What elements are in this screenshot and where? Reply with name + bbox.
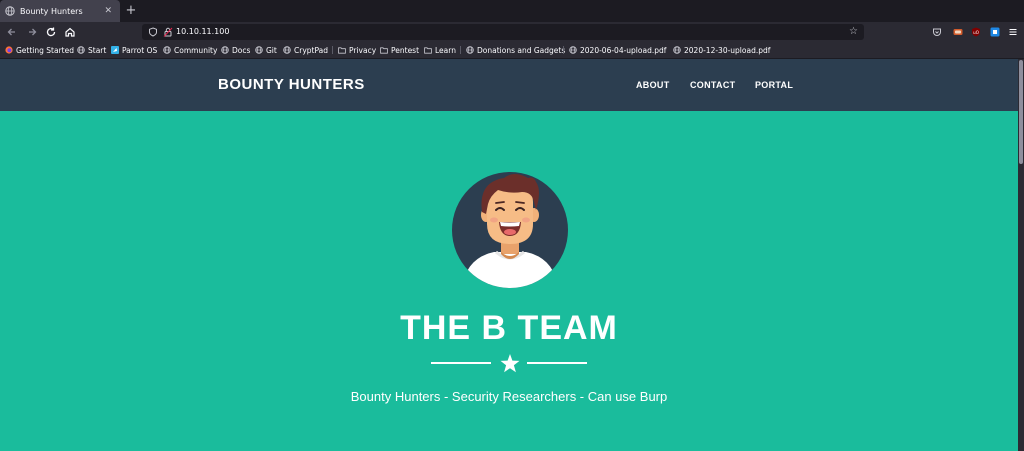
globe-icon bbox=[255, 46, 263, 54]
forward-icon[interactable] bbox=[24, 24, 40, 40]
address-bar[interactable]: 10.10.11.100 ☆ bbox=[142, 24, 864, 40]
bookmark-star-icon[interactable]: ☆ bbox=[849, 25, 858, 39]
globe-icon bbox=[569, 46, 577, 54]
bookmark-folder-pentest[interactable]: Pentest bbox=[380, 44, 419, 56]
parrot-icon bbox=[111, 46, 119, 54]
globe-icon bbox=[673, 46, 681, 54]
divider-line-left bbox=[431, 362, 491, 364]
url-text: 10.10.11.100 bbox=[176, 27, 230, 36]
bookmark-pdf-2020-06-04[interactable]: 2020-06-04-upload.pdf bbox=[569, 44, 666, 56]
site-navbar: BOUNTY HUNTERS ABOUT CONTACT PORTAL bbox=[0, 59, 1018, 111]
home-icon[interactable] bbox=[62, 24, 78, 40]
shield-icon[interactable] bbox=[148, 27, 158, 37]
svg-text:uO: uO bbox=[973, 30, 979, 35]
globe-icon bbox=[466, 46, 474, 54]
new-tab-button[interactable]: + bbox=[124, 3, 138, 19]
scrollbar-thumb[interactable] bbox=[1019, 60, 1023, 164]
globe-icon bbox=[77, 46, 85, 54]
bookmark-separator bbox=[460, 46, 461, 54]
firefox-icon bbox=[5, 46, 13, 54]
bookmark-donations[interactable]: Donations and Gadgets bbox=[466, 44, 565, 56]
globe-icon bbox=[221, 46, 229, 54]
globe-icon bbox=[283, 46, 291, 54]
pocket-icon[interactable] bbox=[932, 27, 942, 37]
bookmark-docs[interactable]: Docs bbox=[221, 44, 250, 56]
bookmark-folder-privacy[interactable]: Privacy bbox=[338, 44, 376, 56]
star-icon bbox=[500, 354, 520, 373]
divider-line-right bbox=[527, 362, 587, 364]
ublock-icon[interactable]: uO bbox=[971, 27, 981, 37]
globe-icon bbox=[5, 6, 15, 16]
bookmark-folder-learn[interactable]: Learn bbox=[424, 44, 456, 56]
bookmark-pdf-2020-12-30[interactable]: 2020-12-30-upload.pdf bbox=[673, 44, 770, 56]
bookmark-cryptpad[interactable]: CryptPad bbox=[283, 44, 328, 56]
navigation-toolbar: 10.10.11.100 ☆ uO bbox=[0, 22, 1024, 42]
menu-icon[interactable] bbox=[1008, 27, 1018, 37]
back-icon[interactable] bbox=[4, 24, 20, 40]
extension-icon-2[interactable] bbox=[990, 27, 1000, 37]
avatar-image bbox=[452, 172, 568, 288]
insecure-lock-icon[interactable] bbox=[163, 27, 173, 37]
nav-about[interactable]: ABOUT bbox=[636, 80, 670, 90]
tab-strip: Bounty Hunters ✕ + bbox=[0, 0, 1024, 22]
brand-link[interactable]: BOUNTY HUNTERS bbox=[218, 76, 365, 93]
extension-icon-1[interactable] bbox=[953, 27, 963, 37]
folder-icon bbox=[338, 47, 346, 54]
bookmark-separator bbox=[332, 46, 333, 54]
folder-icon bbox=[380, 47, 388, 54]
reload-icon[interactable] bbox=[43, 24, 59, 40]
bookmark-git[interactable]: Git bbox=[255, 44, 277, 56]
nav-portal[interactable]: PORTAL bbox=[755, 80, 793, 90]
folder-icon bbox=[424, 47, 432, 54]
close-tab-icon[interactable]: ✕ bbox=[104, 6, 112, 16]
bookmark-parrot-os[interactable]: Parrot OS bbox=[111, 44, 157, 56]
globe-icon bbox=[163, 46, 171, 54]
bookmark-community[interactable]: Community bbox=[163, 44, 217, 56]
bookmark-getting-started[interactable]: Getting Started bbox=[5, 44, 74, 56]
bookmark-separator bbox=[563, 46, 564, 54]
masthead-subheading: Bounty Hunters - Security Researchers - … bbox=[350, 389, 668, 404]
masthead-title: THE B TEAM bbox=[400, 309, 618, 347]
tab-bounty-hunters[interactable]: Bounty Hunters ✕ bbox=[0, 0, 120, 22]
nav-contact[interactable]: CONTACT bbox=[690, 80, 735, 90]
bookmark-start[interactable]: Start bbox=[77, 44, 106, 56]
bookmarks-toolbar: Getting Started Start Parrot OS Communit… bbox=[0, 42, 1024, 59]
tab-title: Bounty Hunters bbox=[20, 6, 83, 16]
